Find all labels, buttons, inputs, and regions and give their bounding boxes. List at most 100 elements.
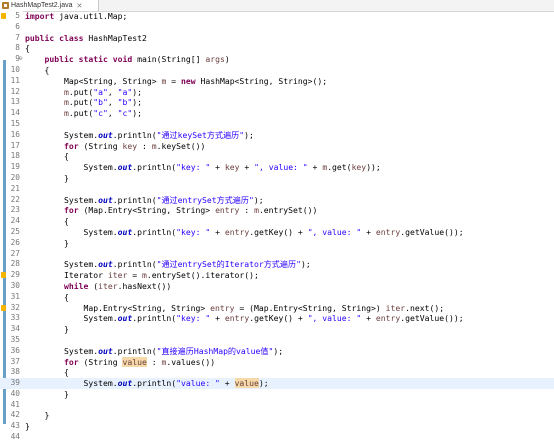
code-text[interactable]: } — [25, 173, 69, 184]
code-line[interactable]: 17 for (String key : m.keySet()) — [0, 141, 554, 152]
code-text[interactable]: System.out.println("直接遍历HashMap的value值")… — [25, 346, 283, 357]
code-text[interactable]: m.put("b", "b"); — [25, 97, 142, 108]
close-tab-icon[interactable]: ✕ — [76, 2, 82, 10]
code-line[interactable]: 29 Iterator iter = m.entrySet().iterator… — [0, 270, 554, 281]
code-line[interactable]: 33 System.out.println("key: " + entry.ge… — [0, 313, 554, 324]
line-number: 40 — [10, 388, 20, 398]
code-token: .println( — [132, 378, 177, 389]
code-text[interactable]: public class HashMapTest2 — [25, 33, 147, 44]
code-line[interactable]: 25 System.out.println("key: " + entry.ge… — [0, 227, 554, 238]
warning-marker-icon[interactable] — [1, 304, 6, 311]
code-text[interactable]: import java.util.Map; — [25, 11, 127, 22]
code-line[interactable]: 40 } — [0, 389, 554, 400]
code-line[interactable]: 22 System.out.println("通过entrySet方式遍历"); — [0, 195, 554, 206]
code-text[interactable]: m.put("c", "c"); — [25, 108, 142, 119]
code-line[interactable]: 37 for (String value : m.values()) — [0, 356, 554, 368]
code-text[interactable]: } — [25, 238, 69, 249]
code-text[interactable]: { — [25, 367, 69, 378]
code-line[interactable]: 20 } — [0, 173, 554, 184]
code-text[interactable]: Map<String, String> m = new HashMap<Stri… — [25, 76, 327, 87]
code-line[interactable]: 36 System.out.println("直接遍历HashMap的value… — [0, 346, 554, 357]
code-text[interactable]: System.out.println("key: " + entry.getKe… — [25, 313, 463, 324]
code-token: ); — [273, 345, 284, 356]
code-lines[interactable]: 5 import java.util.Map; 6 7 public class Has… — [0, 11, 554, 443]
code-line[interactable]: 34 } — [0, 324, 554, 335]
code-line[interactable]: 42 } — [0, 410, 554, 421]
code-text[interactable]: } — [25, 389, 69, 400]
fold-toggle-icon[interactable]: ⊖ — [19, 54, 23, 65]
code-line[interactable]: 11 Map<String, String> m = new HashMap<S… — [0, 76, 554, 87]
code-line[interactable]: 28 System.out.println("通过entrySet的Iterat… — [0, 259, 554, 270]
code-line[interactable]: 44 — [0, 432, 554, 443]
code-text[interactable]: System.out.println("通过entrySet方式遍历"); — [25, 195, 264, 206]
code-text[interactable]: while (iter.hasNext()) — [25, 281, 171, 292]
code-line[interactable]: 6 — [0, 22, 554, 33]
warning-marker-icon[interactable] — [1, 13, 6, 19]
code-text[interactable]: System.out.println("key: " + key + ", va… — [25, 162, 380, 173]
code-line[interactable]: 35 — [0, 335, 554, 346]
code-token: } — [25, 410, 50, 421]
code-text[interactable]: { — [25, 151, 69, 162]
code-line[interactable]: 5 import java.util.Map; — [0, 11, 554, 22]
code-line[interactable]: 38 { — [0, 367, 554, 378]
code-line[interactable]: 41 — [0, 400, 554, 411]
code-line[interactable]: 31 { — [0, 292, 554, 303]
code-token: iter — [107, 270, 128, 281]
code-text[interactable]: { — [25, 292, 69, 303]
code-token: { — [25, 367, 69, 378]
code-token: System. — [25, 129, 99, 140]
code-line[interactable]: 26 } — [0, 238, 554, 249]
code-token: .keySet()) — [156, 140, 206, 151]
code-line[interactable]: 15 — [0, 119, 554, 130]
code-line[interactable]: 23 for (Map.Entry<String, String> entry … — [0, 205, 554, 216]
code-text[interactable]: for (String key : m.keySet()) — [25, 141, 205, 152]
code-line[interactable]: 27 — [0, 249, 554, 260]
code-text[interactable]: Iterator iter = m.entrySet().iterator(); — [25, 270, 259, 281]
code-line[interactable]: 21 — [0, 184, 554, 195]
code-line[interactable]: 7 public class HashMapTest2 — [0, 33, 554, 44]
code-line[interactable]: 9 ⊖ public static void main(String[] args… — [0, 54, 554, 65]
code-text[interactable]: public static void main(String[] args) — [25, 54, 230, 65]
code-token: "通过entrySet的Iterator方式遍历" — [156, 259, 301, 270]
code-text[interactable]: System.out.println("value: " + value); — [25, 378, 269, 389]
code-token: ); — [132, 86, 142, 97]
code-text[interactable]: Map.Entry<String, String> entry = (Map.E… — [25, 303, 444, 314]
code-token: : — [239, 205, 255, 216]
code-line[interactable]: 8{ — [0, 43, 554, 54]
code-line[interactable]: 19 System.out.println("key: " + key + ",… — [0, 162, 554, 173]
code-line[interactable]: 24 { — [0, 216, 554, 227]
code-token: iter — [385, 302, 406, 313]
code-token: + — [210, 226, 225, 237]
code-line[interactable]: 30 while (iter.hasNext()) — [0, 281, 554, 292]
code-token: key — [122, 140, 138, 151]
line-number: 43 — [10, 421, 20, 431]
code-text[interactable]: System.out.println("通过entrySet的Iterator方… — [25, 259, 311, 270]
code-line[interactable]: 14 m.put("c", "c"); — [0, 108, 554, 119]
code-line[interactable]: 43} — [0, 421, 554, 432]
code-text[interactable]: { — [25, 43, 30, 54]
code-line[interactable]: 39 System.out.println("value: " + value)… — [0, 378, 554, 389]
code-text[interactable]: } — [25, 324, 69, 335]
code-text[interactable]: { — [25, 65, 49, 76]
code-text[interactable]: System.out.println("key: " + entry.getKe… — [25, 226, 463, 238]
code-editor[interactable]: HashMapTest2.java ✕ 5 import java.util.Ma… — [0, 0, 554, 446]
code-line[interactable]: 32 Map.Entry<String, String> entry = (Ma… — [0, 303, 554, 314]
code-text[interactable]: System.out.println("通过keySet方式遍历"); — [25, 130, 254, 141]
code-line[interactable]: 12 m.put("a", "a"); — [0, 87, 554, 98]
code-text[interactable]: m.put("a", "a"); — [25, 87, 142, 98]
code-token: HashMap<String, String>(); — [195, 75, 328, 86]
code-token: .getKey() + — [249, 313, 308, 324]
code-text[interactable]: } — [25, 410, 49, 421]
code-line[interactable]: 16 System.out.println("通过keySet方式遍历"); — [0, 130, 554, 141]
code-text[interactable]: for (String value : m.values()) — [25, 356, 215, 368]
code-text[interactable]: { — [25, 216, 69, 227]
warning-marker-icon[interactable] — [1, 272, 6, 279]
code-line[interactable]: 13 m.put("b", "b"); — [0, 97, 554, 108]
code-text[interactable]: } — [25, 421, 30, 432]
code-line[interactable]: 18 { — [0, 151, 554, 162]
code-text[interactable]: for (Map.Entry<String, String> entry : m… — [25, 205, 317, 216]
code-line[interactable]: 10 { — [0, 65, 554, 76]
code-token: .put( — [68, 97, 94, 108]
code-token: entry — [210, 302, 235, 313]
editor-tab-hashmaptest2[interactable]: HashMapTest2.java ✕ — [0, 0, 99, 11]
